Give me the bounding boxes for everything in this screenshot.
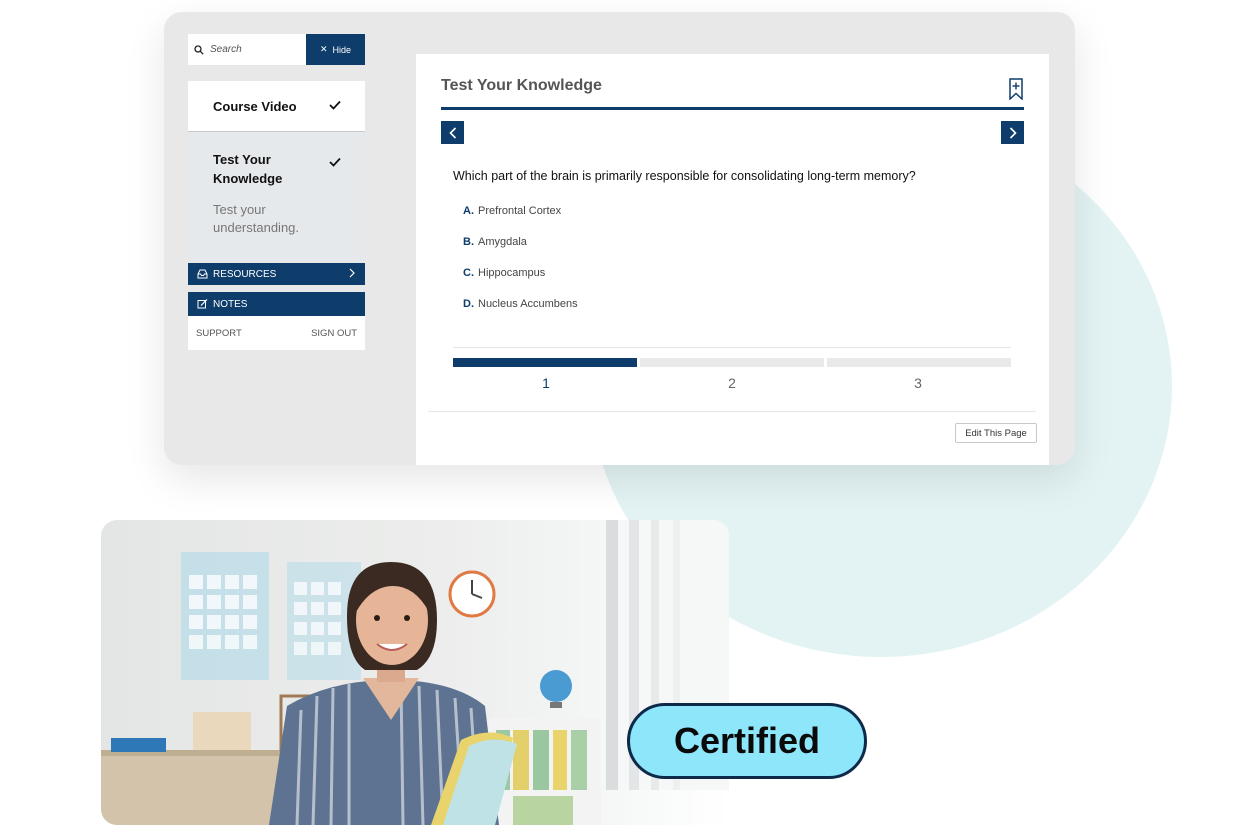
lesson-item-test-your-knowledge[interactable]: Test Your Knowledge Test your understand…	[188, 133, 365, 261]
search-input[interactable]	[210, 44, 300, 55]
hide-sidebar-button[interactable]: ✕ Hide	[306, 34, 365, 65]
progress-divider	[453, 347, 1011, 348]
inbox-icon	[197, 269, 208, 279]
answer-letter: C.	[463, 267, 474, 279]
lesson-item-course-video[interactable]: Course Video	[188, 81, 365, 132]
answer-option-c[interactable]: C. Hippocampus	[463, 267, 578, 298]
checkmark-icon	[329, 97, 341, 115]
answer-letter: D.	[463, 298, 474, 310]
answer-option-a[interactable]: A. Prefrontal Cortex	[463, 205, 578, 236]
answer-option-d[interactable]: D. Nucleus Accumbens	[463, 298, 578, 329]
lesson-title: Course Video	[213, 98, 297, 114]
answer-option-b[interactable]: B. Amygdala	[463, 236, 578, 267]
edit-note-icon	[197, 299, 208, 309]
step-3[interactable]: 3	[825, 375, 1011, 391]
sidebar-footer: SUPPORT SIGN OUT	[188, 316, 365, 350]
checkmark-icon	[329, 154, 341, 172]
sign-out-link[interactable]: SIGN OUT	[311, 328, 357, 339]
title-divider	[441, 107, 1024, 110]
progress-segment-2[interactable]	[640, 358, 824, 367]
answer-text: Nucleus Accumbens	[478, 298, 578, 310]
step-1[interactable]: 1	[453, 375, 639, 391]
lesson-description: Test your understanding.	[213, 202, 300, 235]
bookmark-add-icon[interactable]	[1009, 78, 1023, 100]
quiz-progress: 1 2 3	[453, 347, 1011, 391]
answer-letter: A.	[463, 205, 474, 217]
resources-label: RESOURCES	[213, 268, 277, 280]
chevron-right-icon	[349, 268, 355, 281]
previous-button[interactable]	[441, 121, 464, 144]
answer-text: Hippocampus	[478, 267, 546, 279]
answer-list: A. Prefrontal Cortex B. Amygdala C. Hipp…	[463, 205, 578, 329]
page-title: Test Your Knowledge	[441, 77, 602, 94]
search-box[interactable]	[188, 34, 306, 65]
lesson-title: Test Your Knowledge	[213, 152, 283, 186]
chevron-right-icon	[1009, 126, 1017, 139]
classroom-illustration	[101, 520, 729, 825]
step-2[interactable]: 2	[639, 375, 825, 391]
progress-bar	[453, 358, 1011, 367]
close-icon: ✕	[319, 44, 328, 54]
step-labels: 1 2 3	[453, 375, 1011, 391]
support-link[interactable]: SUPPORT	[196, 328, 242, 339]
notes-button[interactable]: NOTES	[188, 292, 365, 316]
progress-segment-3[interactable]	[827, 358, 1011, 367]
question-text: Which part of the brain is primarily res…	[453, 169, 916, 183]
hide-label: Hide	[332, 44, 352, 55]
quiz-panel: Test Your Knowledge Which part of the br…	[416, 54, 1049, 465]
edit-page-button[interactable]: Edit This Page	[955, 423, 1037, 443]
progress-segment-1[interactable]	[453, 358, 637, 367]
chevron-left-icon	[448, 126, 456, 139]
answer-text: Prefrontal Cortex	[478, 205, 562, 217]
next-button[interactable]	[1001, 121, 1024, 144]
search-icon	[194, 44, 204, 55]
footer-divider	[428, 411, 1036, 412]
teacher-photo	[101, 520, 729, 825]
search-row: ✕ Hide	[188, 34, 365, 65]
answer-text: Amygdala	[478, 236, 527, 248]
certified-badge: Certified	[627, 703, 867, 779]
notes-label: NOTES	[213, 298, 248, 310]
app-window: ✕ Hide Course Video Test Your Knowledge …	[164, 12, 1075, 465]
resources-button[interactable]: RESOURCES	[188, 263, 365, 285]
answer-letter: B.	[463, 236, 474, 248]
